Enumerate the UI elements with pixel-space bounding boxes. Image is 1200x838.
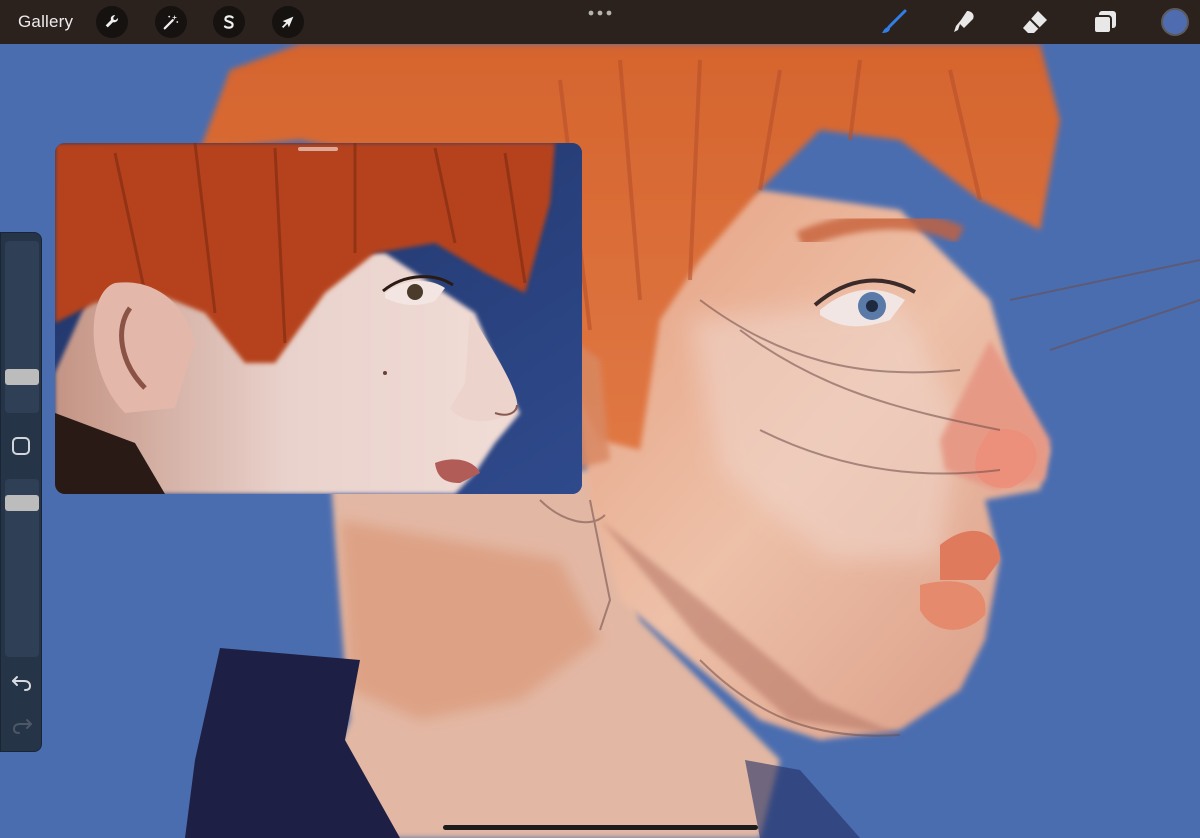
opacity-knob[interactable] <box>5 495 39 512</box>
modify-button[interactable] <box>12 437 30 455</box>
redo-icon[interactable] <box>11 716 33 736</box>
top-toolbar: Gallery <box>0 0 1200 44</box>
layers-icon <box>1093 11 1116 34</box>
home-indicator[interactable] <box>443 825 758 830</box>
brush-icon <box>882 9 907 33</box>
eraser-button[interactable] <box>1021 8 1049 36</box>
layers-button[interactable] <box>1091 8 1119 36</box>
arrow-cursor-icon <box>281 16 294 29</box>
brush-size-knob[interactable] <box>5 368 39 385</box>
brush-button[interactable] <box>880 8 908 36</box>
gallery-button[interactable]: Gallery <box>18 12 73 32</box>
actions-button[interactable] <box>96 6 128 38</box>
painted-pupil <box>866 300 878 312</box>
smudge-button[interactable] <box>950 8 978 36</box>
transform-button[interactable] <box>272 6 304 38</box>
eraser-icon <box>1023 11 1047 33</box>
selection-button[interactable] <box>213 6 245 38</box>
reference-window[interactable] <box>55 143 582 494</box>
adjustments-button[interactable] <box>155 6 187 38</box>
reference-drag-handle[interactable] <box>298 147 338 151</box>
selection-s-icon <box>223 15 234 29</box>
brush-sidebar <box>0 232 42 752</box>
smudge-icon <box>954 11 974 32</box>
color-swatch-button[interactable] <box>1161 8 1189 36</box>
wrench-icon <box>105 15 118 28</box>
brush-size-slider[interactable] <box>5 241 39 413</box>
more-dots-icon[interactable] <box>588 10 612 16</box>
reference-photo <box>55 143 582 494</box>
magic-wand-icon <box>163 14 179 30</box>
undo-icon[interactable] <box>11 673 33 693</box>
